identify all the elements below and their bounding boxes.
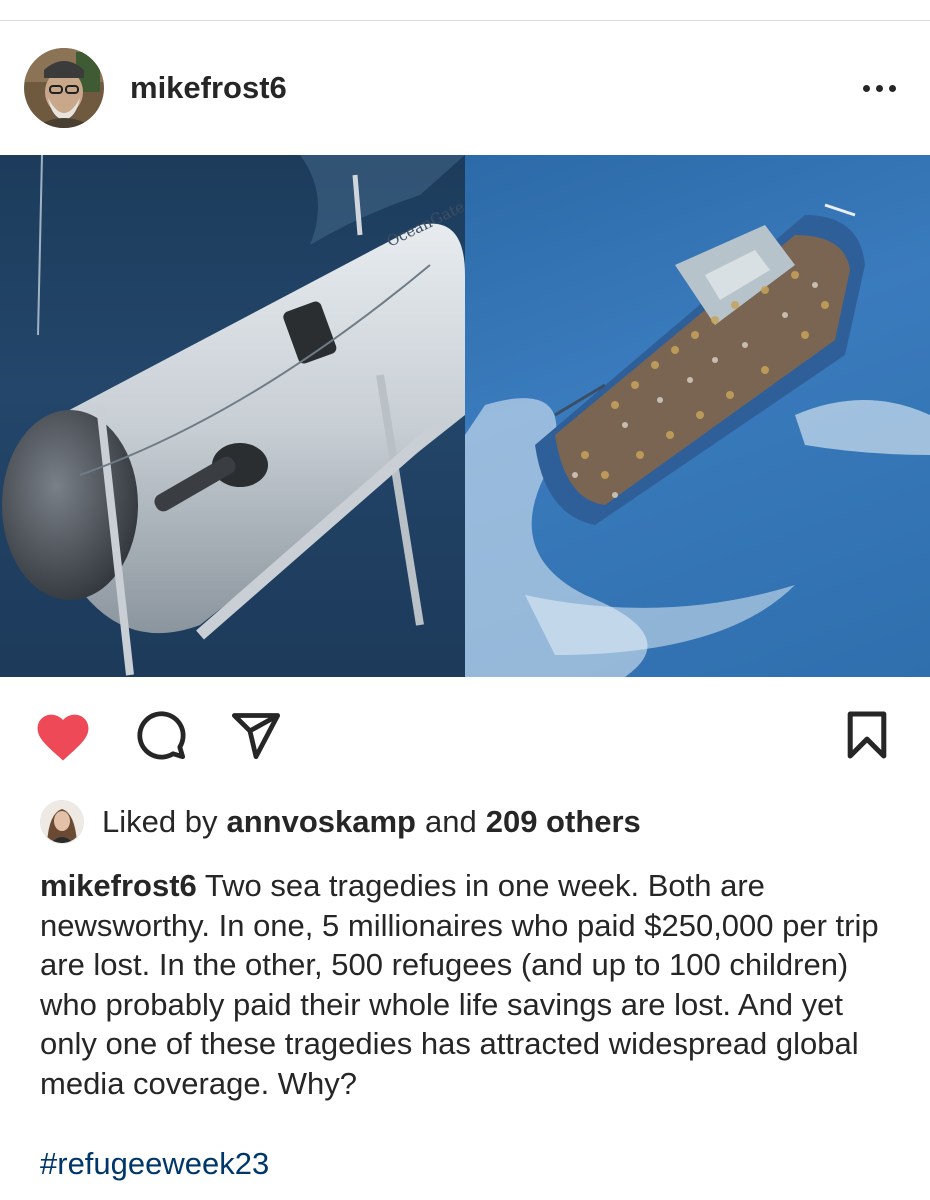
comment-icon[interactable]	[132, 706, 190, 764]
more-dot	[889, 84, 896, 92]
hashtag-link[interactable]: #refugeeweek23	[40, 1146, 269, 1182]
liked-by-and: and	[424, 804, 477, 839]
share-icon[interactable]	[226, 705, 286, 765]
post-header: mikefrost6	[24, 48, 906, 128]
avatar[interactable]	[24, 48, 104, 128]
more-options-icon[interactable]	[863, 75, 896, 102]
action-bar	[30, 700, 890, 770]
username[interactable]: mikefrost6	[130, 70, 287, 106]
post-media[interactable]: OceanGate	[0, 155, 930, 677]
top-divider	[0, 20, 930, 21]
heart-icon[interactable]	[30, 704, 96, 766]
likes-summary[interactable]: Liked by annvoskamp and 209 others	[40, 800, 641, 844]
more-dot	[876, 84, 883, 92]
liked-by-user[interactable]: annvoskamp	[226, 804, 416, 840]
more-dot	[863, 84, 870, 92]
liked-by-others[interactable]: 209 others	[486, 804, 641, 840]
post-caption: mikefrost6 Two sea tragedies in one week…	[40, 866, 890, 1103]
caption-username[interactable]: mikefrost6	[40, 868, 197, 903]
refugee-boat-image	[465, 155, 930, 677]
liked-by-prefix: Liked by	[102, 804, 218, 839]
bookmark-icon[interactable]	[844, 707, 890, 763]
liker-avatar	[40, 800, 84, 844]
submersible-image: OceanGate	[0, 155, 465, 677]
